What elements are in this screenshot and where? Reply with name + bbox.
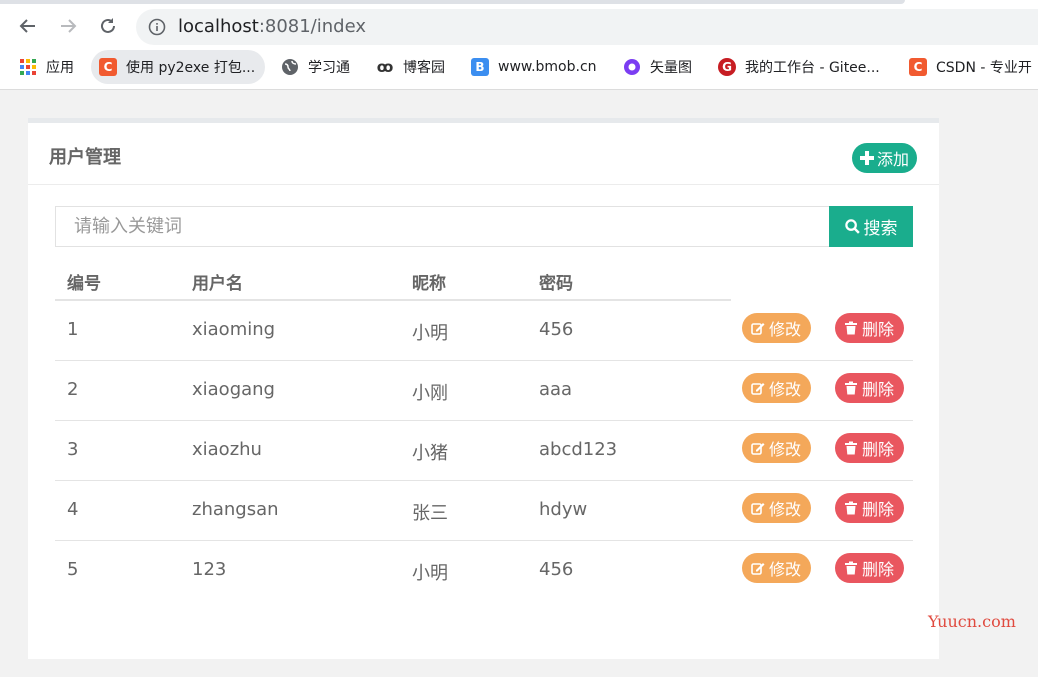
iconfont-icon: [624, 59, 640, 75]
table-row: 3 xiaozhu 小猪 abcd123 修改 删除: [55, 421, 913, 481]
table-row: 5 123 小明 456 修改 删除: [55, 541, 913, 601]
edit-button[interactable]: 修改: [742, 553, 812, 583]
add-user-button[interactable]: 添加: [852, 143, 918, 173]
bookmarks-bar: 应用 C 使用 py2exe 打包... 学习通 ꝏ 博客园 B www.bmo…: [0, 50, 1038, 86]
forward-arrow-icon: [61, 19, 77, 33]
user-management-panel: 用户管理 添加 搜索 编号 用户名 昵称 密码 1 xiaoming 小明 45…: [28, 118, 939, 659]
reload-button[interactable]: [94, 12, 122, 40]
csdn-icon: C: [909, 58, 927, 76]
delete-button[interactable]: 删除: [835, 313, 905, 343]
bookmark-xuexitong[interactable]: 学习通: [281, 50, 350, 84]
cell-id: 2: [67, 379, 79, 400]
column-header-password: 密码: [539, 274, 573, 294]
trash-icon: [845, 501, 857, 515]
table-row: 2 xiaogang 小刚 aaa 修改 删除: [55, 361, 913, 421]
bookmark-apps[interactable]: 应用: [19, 50, 74, 84]
cell-nickname: 小明: [412, 323, 448, 344]
delete-button[interactable]: 删除: [835, 373, 905, 403]
cell-username: xiaoming: [192, 319, 276, 340]
search-bar: 搜索: [55, 206, 913, 247]
edit-icon: [751, 323, 765, 335]
forward-button[interactable]: [54, 12, 82, 40]
cnblogs-icon: ꝏ: [376, 58, 394, 76]
gitee-icon: G: [718, 58, 736, 76]
search-icon: [844, 219, 860, 234]
tab-strip-edge: [0, 0, 905, 4]
url-text: localhost:8081/index: [178, 16, 366, 37]
column-header-username: 用户名: [192, 274, 243, 294]
info-icon: [148, 18, 166, 36]
edit-button[interactable]: 修改: [742, 373, 812, 403]
user-table: 编号 用户名 昵称 密码 1 xiaoming 小明 456 修改 删除 2 x…: [55, 257, 913, 601]
delete-button[interactable]: 删除: [835, 553, 905, 583]
trash-icon: [845, 561, 857, 575]
plus-icon: [860, 151, 874, 165]
cell-id: 1: [67, 319, 79, 340]
edit-icon: [751, 563, 765, 575]
back-arrow-icon: [19, 19, 35, 33]
cell-id: 4: [67, 499, 79, 520]
cell-password: abcd123: [539, 439, 618, 460]
column-header-id: 编号: [67, 274, 101, 294]
search-input[interactable]: [55, 206, 830, 247]
panel-header: 用户管理 添加: [28, 123, 939, 185]
cell-nickname: 小猪: [412, 443, 448, 464]
cell-id: 3: [67, 439, 79, 460]
trash-icon: [845, 381, 857, 395]
globe-icon: [282, 59, 298, 75]
search-button[interactable]: 搜索: [829, 206, 913, 247]
trash-icon: [845, 441, 857, 455]
bookmark-csdn[interactable]: C CSDN - 专业开: [909, 50, 1032, 84]
back-button[interactable]: [14, 12, 42, 40]
cell-password: 456: [539, 319, 574, 340]
cell-password: 456: [539, 559, 574, 580]
bmob-icon: B: [471, 58, 489, 76]
bookmark-py2exe[interactable]: C 使用 py2exe 打包...: [91, 50, 266, 84]
edit-button[interactable]: 修改: [742, 493, 812, 523]
reload-icon: [101, 18, 115, 33]
delete-button[interactable]: 删除: [835, 433, 905, 463]
delete-button[interactable]: 删除: [835, 493, 905, 523]
trash-icon: [845, 321, 857, 335]
browser-chrome: localhost:8081/index 应用 C 使用 py2exe 打包..…: [0, 0, 1038, 90]
cell-nickname: 小明: [412, 563, 448, 584]
address-bar[interactable]: localhost:8081/index: [136, 9, 1038, 45]
cell-nickname: 小刚: [412, 383, 448, 404]
csdn-icon: C: [99, 58, 117, 76]
edit-icon: [751, 503, 765, 515]
apps-grid-icon: [20, 59, 36, 75]
table-header: 编号 用户名 昵称 密码: [55, 257, 913, 301]
cell-username: zhangsan: [192, 499, 279, 520]
bookmark-bmob[interactable]: B www.bmob.cn: [471, 50, 597, 84]
edit-icon: [751, 383, 765, 395]
edit-button[interactable]: 修改: [742, 313, 812, 343]
edit-button[interactable]: 修改: [742, 433, 812, 463]
column-header-nickname: 昵称: [412, 274, 446, 294]
table-row: 1 xiaoming 小明 456 修改 删除: [55, 301, 913, 361]
cell-password: hdyw: [539, 499, 588, 520]
cell-id: 5: [67, 559, 79, 580]
bookmark-gitee[interactable]: G 我的工作台 - Gitee...: [718, 50, 880, 84]
cell-password: aaa: [539, 379, 573, 400]
bookmark-cnblogs[interactable]: ꝏ 博客园: [376, 50, 445, 84]
table-row: 4 zhangsan 张三 hdyw 修改 删除: [55, 481, 913, 541]
cell-nickname: 张三: [412, 503, 448, 524]
cell-username: 123: [192, 559, 227, 580]
cell-username: xiaozhu: [192, 439, 262, 460]
page-title: 用户管理: [49, 147, 121, 168]
bookmark-iconfont[interactable]: 矢量图: [623, 50, 692, 84]
edit-icon: [751, 443, 765, 455]
watermark: Yuucn.com: [928, 612, 1016, 631]
cell-username: xiaogang: [192, 379, 275, 400]
